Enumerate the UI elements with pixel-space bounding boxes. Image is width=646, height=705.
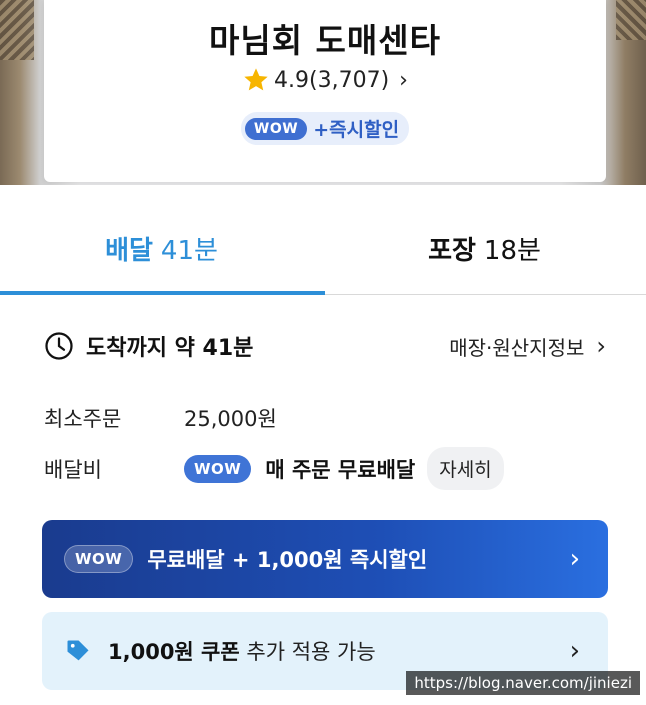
- delivery-fee-row: 배달비 WOW 매 주문 무료배달 자세히: [44, 447, 504, 490]
- chevron-right-icon: ›: [399, 67, 408, 93]
- wow-logo: WOW: [64, 545, 134, 573]
- promo-text: 무료배달 + 1,000원 즉시할인: [147, 548, 428, 572]
- coupon-tag-icon: [67, 640, 89, 661]
- active-tab-indicator: [0, 291, 325, 295]
- wow-logo: WOW: [184, 454, 252, 483]
- tab-pickup-label: 포장: [428, 236, 476, 266]
- detail-button[interactable]: 자세히: [427, 447, 504, 490]
- arrival-row: 도착까지 약 41분 매장·원산지정보 ›: [44, 330, 606, 362]
- chevron-right-icon: ›: [569, 636, 580, 666]
- clock-icon: [45, 332, 73, 360]
- order-type-tabs: 배달 41분 포장 18분: [0, 185, 646, 295]
- coupon-amount: 1,000원 쿠폰: [108, 640, 240, 664]
- coupon-desc: 추가 적용 가능: [246, 640, 376, 664]
- wow-promo-banner[interactable]: WOW 무료배달 + 1,000원 즉시할인 ›: [42, 520, 608, 598]
- wow-discount-badge: WOW +즉시할인: [240, 112, 410, 145]
- arrival-time-text: 도착까지 약 41분: [86, 336, 254, 361]
- delivery-fee-label: 배달비: [44, 457, 102, 482]
- store-origin-info-link[interactable]: 매장·원산지정보 ›: [449, 332, 606, 361]
- store-info-card: 마님회 도매센타 4.9(3,707) › WOW +즉시할인: [44, 0, 606, 182]
- store-origin-info-label: 매장·원산지정보: [449, 335, 585, 360]
- tab-delivery-label: 배달: [105, 236, 153, 266]
- rating-value: 4.9(3,707): [274, 67, 390, 93]
- tab-pickup[interactable]: 포장 18분: [323, 185, 646, 294]
- chevron-right-icon: ›: [569, 544, 580, 574]
- coupon-text: 1,000원 쿠폰 추가 적용 가능: [108, 636, 376, 666]
- tab-delivery-time: 41분: [160, 236, 218, 266]
- tab-pickup-time: 18분: [483, 236, 541, 266]
- tab-delivery[interactable]: 배달 41분: [0, 185, 323, 294]
- hero-photo-left: [0, 0, 34, 60]
- blog-watermark: https://blog.naver.com/jiniezi: [406, 671, 640, 695]
- delivery-fee-text: 매 주문 무료배달: [265, 457, 416, 482]
- wow-benefit-text: +즉시할인: [313, 119, 400, 141]
- rating-link[interactable]: 4.9(3,707) ›: [44, 66, 606, 94]
- hero-photo-right: [616, 0, 646, 40]
- wow-logo: WOW: [244, 117, 308, 140]
- min-order-row: 최소주문 25,000원: [44, 403, 277, 433]
- min-order-label: 최소주문: [44, 407, 122, 431]
- store-detail-panel: 배달 41분 포장 18분 도착까지 약 41분 매장·원산지정보 › 최소주문…: [0, 185, 646, 705]
- store-name: 마님회 도매센타: [208, 21, 441, 60]
- star-icon: [244, 68, 268, 91]
- chevron-right-icon: ›: [596, 332, 606, 360]
- min-order-value: 25,000원: [184, 407, 277, 431]
